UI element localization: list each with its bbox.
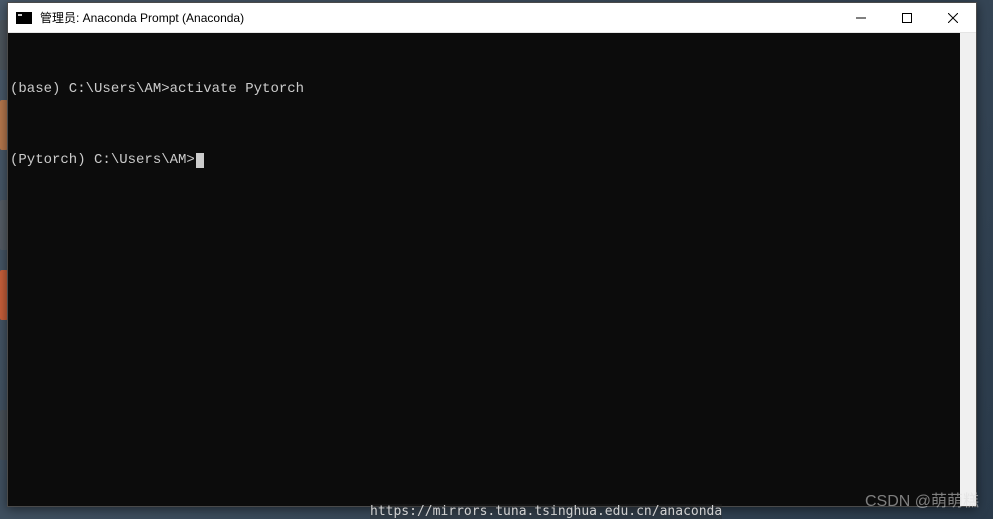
close-icon — [948, 13, 958, 23]
terminal-prompt-line: (Pytorch) C:\Users\AM> — [8, 151, 960, 171]
terminal-body[interactable]: (base) C:\Users\AM>activate Pytorch (Pyt… — [8, 33, 960, 506]
titlebar[interactable]: 管理员: Anaconda Prompt (Anaconda) — [8, 3, 976, 33]
terminal-line: (base) C:\Users\AM>activate Pytorch — [8, 80, 960, 100]
terminal-window: 管理员: Anaconda Prompt (Anaconda) (base) C… — [7, 2, 977, 507]
scrollbar[interactable]: ▴ — [960, 33, 976, 506]
minimize-icon — [856, 13, 866, 23]
window-controls — [838, 3, 976, 32]
cursor — [196, 153, 204, 168]
window-title: 管理员: Anaconda Prompt (Anaconda) — [40, 9, 838, 26]
partial-url-text: https://mirrors.tuna.tsinghua.edu.cn/ana… — [370, 504, 722, 519]
close-button[interactable] — [930, 3, 976, 32]
minimize-button[interactable] — [838, 3, 884, 32]
maximize-button[interactable] — [884, 3, 930, 32]
terminal-prompt-text: (Pytorch) C:\Users\AM> — [10, 152, 195, 168]
terminal-body-wrap: (base) C:\Users\AM>activate Pytorch (Pyt… — [8, 33, 976, 506]
terminal-icon — [16, 12, 32, 24]
maximize-icon — [902, 13, 912, 23]
scrollbar-thumb[interactable] — [961, 33, 975, 506]
